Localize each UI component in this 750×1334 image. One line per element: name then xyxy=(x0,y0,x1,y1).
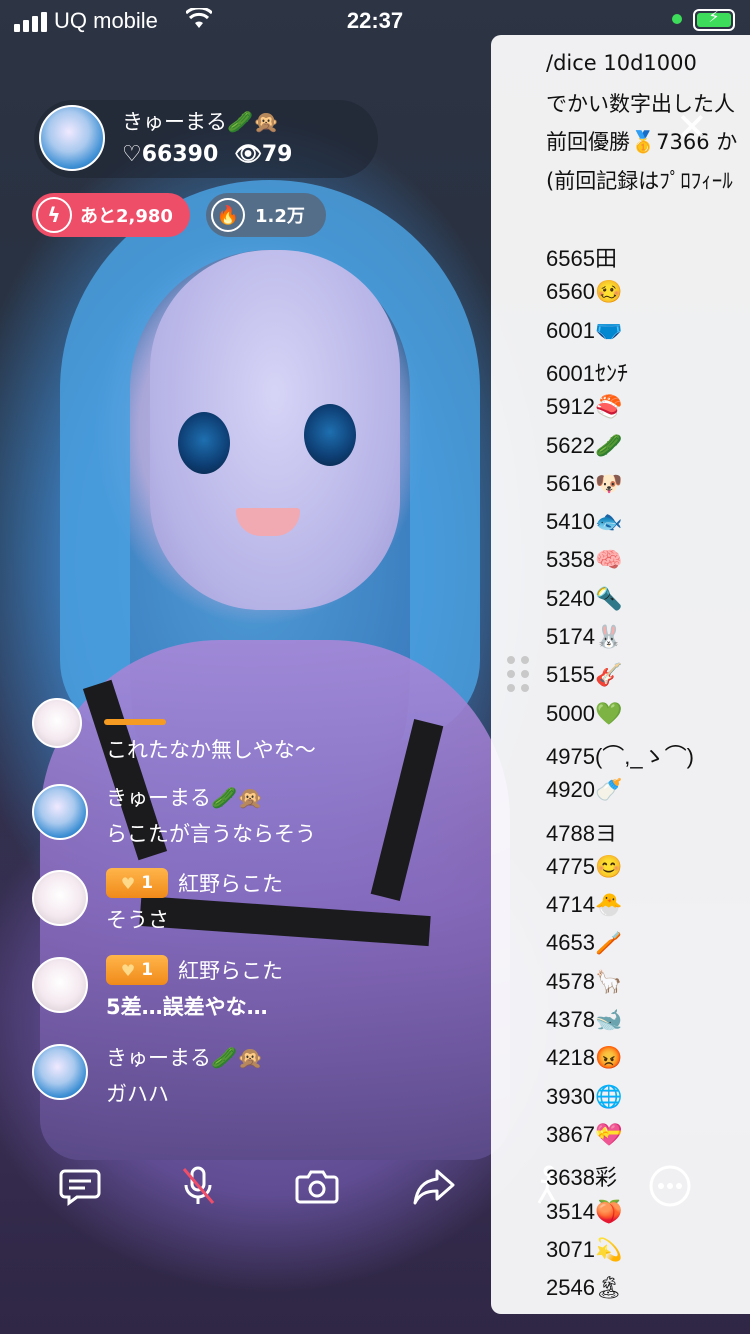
camera-in-use-indicator xyxy=(672,14,682,24)
commenter-name-row[interactable]: ♥ 1 紅野らこた xyxy=(106,955,283,985)
comment-item: ♥ 1 紅野らこた そうさ xyxy=(30,868,450,934)
camera-button[interactable] xyxy=(289,1158,345,1214)
dice-result-row: 6560🥴 xyxy=(546,279,623,305)
dice-result-row: 4788ヨ xyxy=(546,820,617,846)
host-name: きゅーまる🥒🙊 xyxy=(122,110,280,134)
comment-text: 5差…誤差やな… xyxy=(106,995,268,1019)
comment-item: これたなか無しやな～ xyxy=(30,698,450,762)
popularity-label: 1.2万 xyxy=(255,206,305,227)
commenter-avatar[interactable] xyxy=(32,698,82,748)
supporter-badge: ♥ 1 xyxy=(106,955,168,985)
dice-result-row: 6565田 xyxy=(546,246,617,271)
commenter-name: 紅野らこた xyxy=(178,872,283,896)
comment-item: きゅーまる🥒🙊 らこたが言うならそう xyxy=(30,782,450,848)
dice-result-row: 3930🌐 xyxy=(546,1083,623,1109)
dice-previous-winner: 前回優勝🥇7366 か xyxy=(546,130,738,154)
mic-muted-icon xyxy=(182,1166,215,1204)
dice-result-row: 3514🍑 xyxy=(546,1198,623,1224)
dice-results-panel[interactable]: /dice 10d1000 でかい数字出した人 前回優勝🥇7366 か (前回記… xyxy=(491,35,750,1314)
battery-charging-icon: ⚡ xyxy=(693,7,735,31)
dice-result-row: 3071💫 xyxy=(546,1236,623,1262)
commenter-avatar[interactable] xyxy=(32,1044,88,1100)
dice-previous-record-note: (前回記録はﾌﾟﾛﾌｨｰﾙ xyxy=(546,169,733,193)
avatar-left-eye xyxy=(178,412,230,474)
dice-result-row: 5000💚 xyxy=(546,700,623,726)
host-stats: ♡66390 👁79 xyxy=(122,142,292,167)
comment-icon xyxy=(59,1169,101,1206)
flame-icon: 🔥 xyxy=(211,198,245,232)
dice-result-row: 2546🏝 xyxy=(546,1275,623,1301)
panel-drag-handle[interactable] xyxy=(507,656,529,692)
share-icon xyxy=(413,1169,455,1205)
dice-result-row: 5912🍣 xyxy=(546,394,623,420)
comment-text: ガハハ xyxy=(106,1082,169,1106)
dice-result-row: 3638彩 xyxy=(546,1165,617,1191)
share-button[interactable] xyxy=(406,1158,462,1214)
dice-result-row: 5410🐟 xyxy=(546,509,623,535)
dice-result-row: 4218😡 xyxy=(546,1045,623,1071)
comment-text: そうさ xyxy=(106,908,169,932)
dice-result-row: 5240🔦 xyxy=(546,585,623,611)
dice-result-row: 4578🦙 xyxy=(546,968,623,994)
commenter-avatar[interactable] xyxy=(32,870,88,926)
remaining-points-pill[interactable]: ϟ あと2,980 xyxy=(32,193,190,237)
comment-item: ♥ 1 紅野らこた 5差…誤差やな… xyxy=(30,955,450,1021)
heart-icon: ♥ xyxy=(120,873,136,893)
dice-result-row: 5155🎸 xyxy=(546,662,623,688)
host-info-card[interactable]: きゅーまる🥒🙊 ♡66390 👁79 xyxy=(34,100,378,178)
lightning-icon: ϟ xyxy=(36,197,72,233)
dice-result-row: 4775😊 xyxy=(546,853,623,879)
clock: 22:37 xyxy=(346,8,404,33)
dice-result-row: 5174🐰 xyxy=(546,624,623,649)
commenter-avatar[interactable] xyxy=(32,784,88,840)
dice-result-row: 6001ｾﾝﾁ xyxy=(546,360,628,386)
remaining-points-label: あと2,980 xyxy=(80,206,173,227)
dice-result-row: 4378🐋 xyxy=(546,1007,623,1032)
commenter-name: 紅野らこた xyxy=(178,959,283,983)
mic-toggle-button[interactable] xyxy=(170,1158,226,1214)
like-count: ♡66390 xyxy=(122,142,219,167)
camera-icon xyxy=(295,1170,339,1204)
commenter-name-row[interactable]: ♥ 1 紅野らこた xyxy=(106,868,283,898)
commenter-name[interactable]: きゅーまる🥒🙊 xyxy=(106,1042,263,1072)
dice-result-row: 3867💝 xyxy=(546,1121,623,1147)
dice-result-row: 4653🪥 xyxy=(546,930,623,956)
supporter-badge: ♥ 1 xyxy=(106,868,168,898)
close-icon[interactable]: ✕ xyxy=(676,105,708,149)
dice-result-row: 5622🥒 xyxy=(546,432,623,458)
heart-icon: ♥ xyxy=(120,960,136,980)
dice-result-row: 5358🧠 xyxy=(546,547,623,573)
commenter-name[interactable]: きゅーまる🥒🙊 xyxy=(106,782,263,812)
dice-result-row: 4920🍼 xyxy=(546,777,623,803)
dice-command: /dice 10d1000 xyxy=(546,51,697,75)
host-avatar[interactable] xyxy=(39,105,105,171)
dice-result-row: 5616🐶 xyxy=(546,470,623,496)
dice-result-row: 4975(⌒,_ゝ⌒) xyxy=(546,743,694,769)
dice-result-row: 6001🩲 xyxy=(546,317,623,343)
dice-result-row: 4714🐣 xyxy=(546,892,623,918)
comment-button[interactable] xyxy=(52,1158,108,1214)
commenter-avatar[interactable] xyxy=(32,957,88,1013)
popularity-pill[interactable]: 🔥 1.2万 xyxy=(206,193,326,237)
viewer-count: 👁79 xyxy=(233,142,293,167)
comment-text: らこたが言うならそう xyxy=(106,822,316,846)
comment-item: きゅーまる🥒🙊 ガハハ xyxy=(30,1042,450,1108)
avatar-right-eye xyxy=(304,404,356,466)
comment-text: これたなか無しやな～ xyxy=(106,738,316,762)
